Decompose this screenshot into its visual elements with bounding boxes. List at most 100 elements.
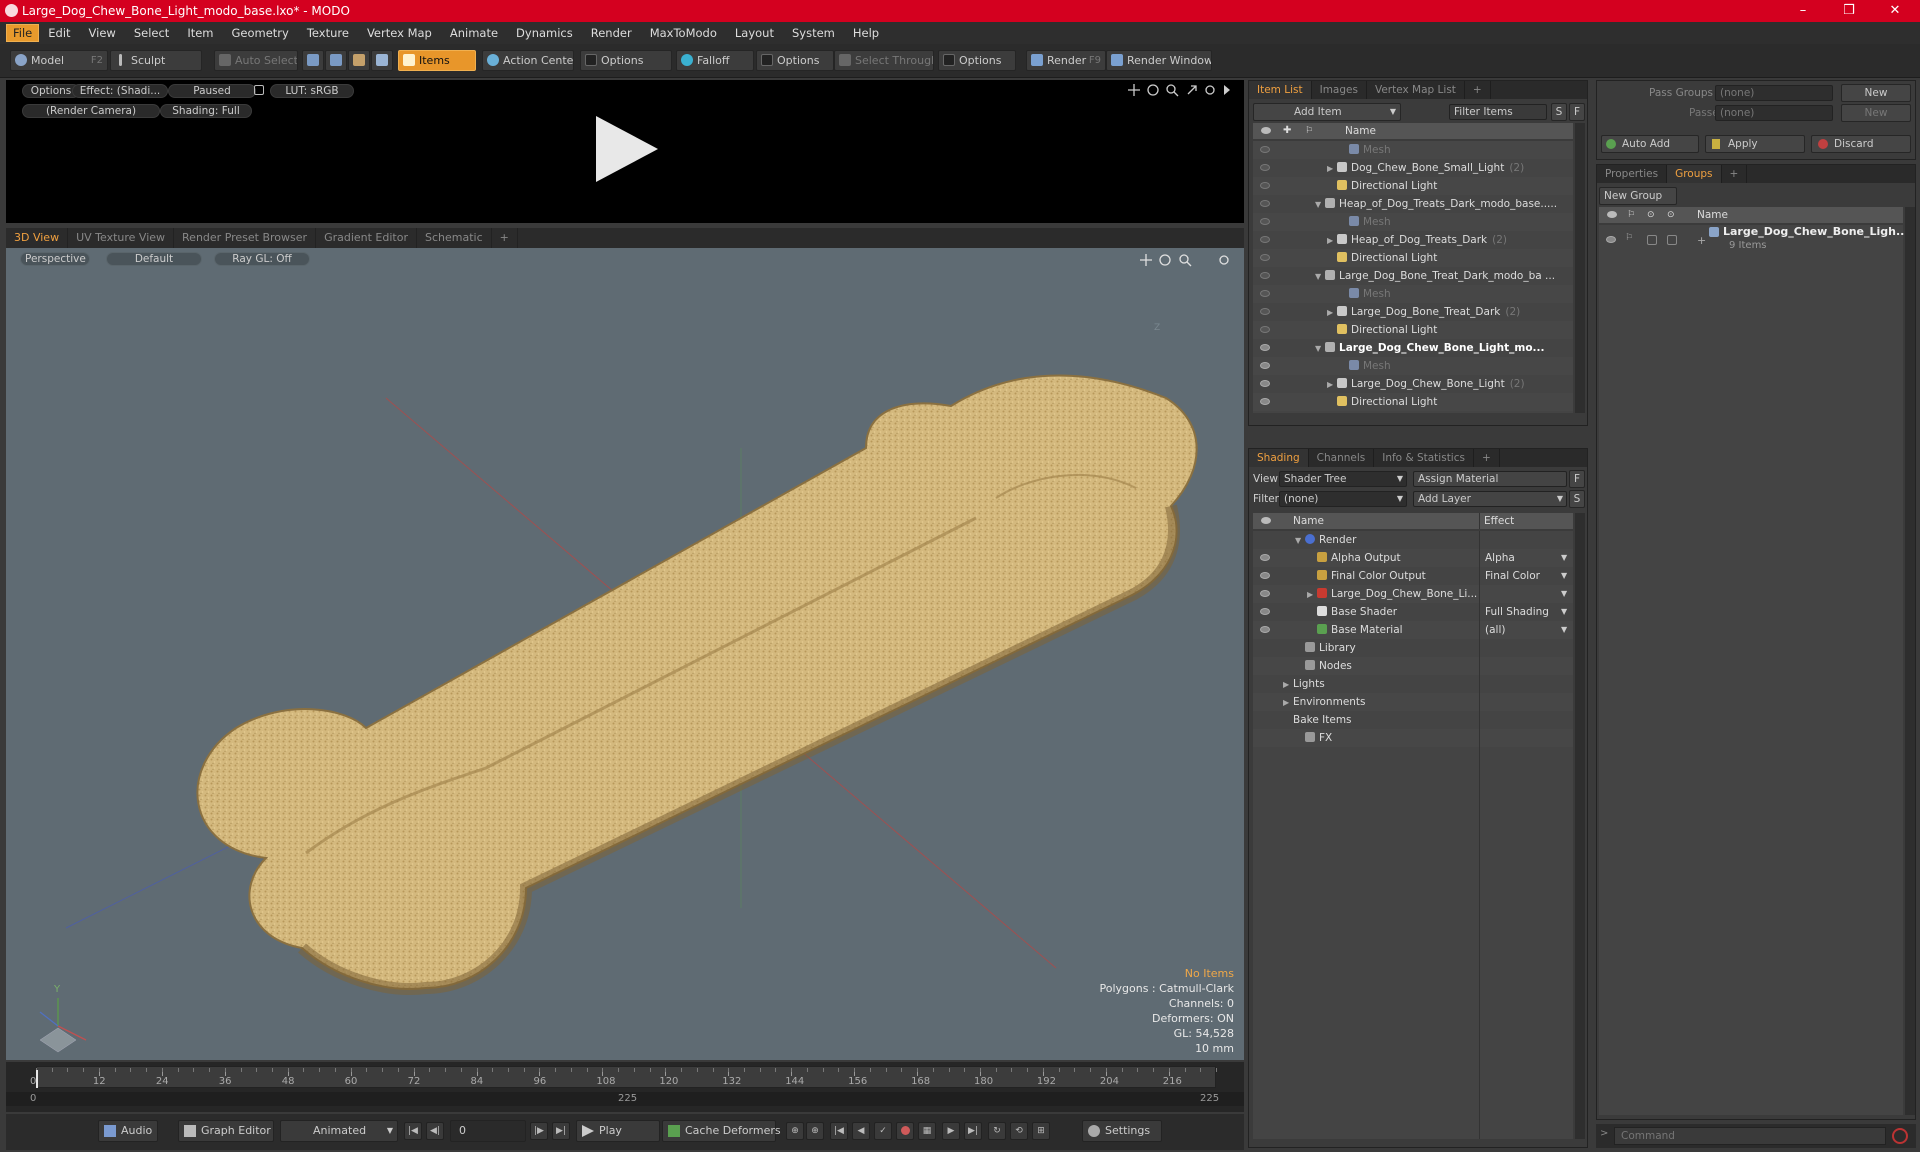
eye-icon[interactable] [1260,254,1270,261]
shader-row[interactable]: Bake Items [1253,711,1573,729]
eye-icon[interactable] [1260,236,1270,243]
play-button[interactable]: Play [576,1120,660,1142]
expand-plus-icon[interactable]: + [1697,234,1706,247]
shading-s-button[interactable]: S [1569,490,1585,508]
expand-arrow-icon[interactable]: ▶ [1327,232,1337,249]
eye-icon[interactable] [1260,164,1270,171]
key-back-icon[interactable]: ◀ [852,1122,870,1140]
menu-edit[interactable]: Edit [39,22,79,44]
go-start-icon[interactable]: |◀ [404,1122,422,1140]
sync-icon[interactable]: ⟲ [1010,1122,1028,1140]
eye-icon[interactable] [1260,200,1270,207]
chevron-down-icon[interactable]: ▼ [1561,567,1567,585]
next-frame-icon[interactable]: |▶ [530,1122,548,1140]
next-key-icon[interactable]: ▶| [964,1122,982,1140]
paused-toggle[interactable]: Paused [168,84,256,98]
shader-row[interactable]: Library [1253,639,1573,657]
item-list-scrollbar[interactable] [1575,123,1585,413]
menu-select[interactable]: Select [125,22,178,44]
filter-f-button[interactable]: F [1569,103,1585,121]
tab-info-statistics[interactable]: Info & Statistics [1374,449,1474,467]
lock-icon[interactable] [254,85,264,95]
eye-icon[interactable] [1260,398,1270,405]
chevron-down-icon[interactable]: ▼ [1561,603,1567,621]
apply-button[interactable]: Apply [1705,135,1805,153]
item-row[interactable]: ▼ Large_Dog_Bone_Treat_Dark_modo_ba ... [1253,267,1573,285]
maximize-button[interactable]: ❒ [1826,0,1872,22]
auto-select-button[interactable]: Auto Select [214,50,298,71]
add-item-dropdown[interactable]: Add Item ▼ [1253,103,1401,121]
options-button-3[interactable]: Options [938,50,1016,71]
eye-icon[interactable] [1260,608,1270,615]
assign-material-button[interactable]: Assign Material [1413,471,1567,487]
add-tab-button[interactable]: + [492,228,518,248]
effect-value[interactable]: Final Color [1485,567,1540,585]
menu-file[interactable]: File [6,24,40,42]
shader-row[interactable]: FX [1253,729,1573,747]
expand-arrow-icon[interactable]: ▶ [1327,376,1337,393]
menu-maxtomodo[interactable]: MaxToModo [641,22,726,44]
item-row[interactable]: ▼ Large_Dog_Chew_Bone_Light_mo... [1253,339,1573,357]
add-layer-dropdown[interactable]: Add Layer ▼ [1413,491,1567,507]
eye-icon[interactable] [1260,308,1270,315]
lock-toggle[interactable] [1647,235,1657,245]
group-item[interactable]: ⚐ + Large_Dog_Chew_Bone_Ligh... 9 Items [1599,225,1909,261]
cache-deformers-button[interactable]: Cache Deformers [662,1120,781,1142]
edge-select-button[interactable] [325,50,347,71]
shader-row[interactable]: ▶ Large_Dog_Chew_Bone_Li... ▼ [1253,585,1573,603]
tab-uv-texture-view[interactable]: UV Texture View [68,228,175,248]
eye-icon[interactable] [1260,590,1270,597]
select-toggle[interactable] [1667,235,1677,245]
falloff-button[interactable]: Falloff [676,50,754,71]
record-icon[interactable] [896,1122,914,1140]
auto-add-button[interactable]: Auto Add [1601,135,1699,153]
model-mode-button[interactable]: Model F2 [10,50,108,71]
render-toggle-icon[interactable]: ⚐ [1625,233,1633,243]
chevron-down-icon[interactable]: ▼ [1561,585,1567,603]
eye-icon[interactable] [1260,272,1270,279]
shader-row[interactable]: ▶ Lights [1253,675,1573,693]
shader-row[interactable]: Base Material (all) ▼ [1253,621,1573,639]
tab-channels[interactable]: Channels [1309,449,1375,467]
tab-shading[interactable]: Shading [1249,449,1309,467]
menu-geometry[interactable]: Geometry [223,22,298,44]
add-tab-button[interactable]: + [1722,165,1748,183]
item-row[interactable]: Directional Light [1253,177,1573,195]
eye-icon[interactable] [1260,218,1270,225]
tab-groups[interactable]: Groups [1667,165,1722,183]
prev-key-button-icon[interactable]: |◀ [830,1122,848,1140]
eye-icon[interactable] [1260,362,1270,369]
go-end-icon[interactable]: ▶| [552,1122,570,1140]
expand-arrow-icon[interactable]: ▶ [1307,586,1317,603]
sculpt-mode-button[interactable]: Sculpt [110,50,202,71]
menu-vertex-map[interactable]: Vertex Map [358,22,441,44]
menu-render[interactable]: Render [582,22,641,44]
passes-dropdown[interactable]: (none) [1715,105,1833,121]
expand-arrow-icon[interactable]: ▼ [1315,268,1325,285]
key-fwd-icon[interactable]: ▶ [942,1122,960,1140]
key-options-icon[interactable]: ▦ [918,1122,936,1140]
shader-row[interactable]: Final Color Output Final Color ▼ [1253,567,1573,585]
material-select-button[interactable] [371,50,393,71]
render-camera-dropdown[interactable]: (Render Camera) [22,104,160,118]
expand-arrow-icon[interactable]: ▶ [1283,676,1293,693]
action-center-button[interactable]: Action Center [482,50,574,71]
add-tab-button[interactable]: + [1465,81,1491,99]
item-row[interactable]: Mesh [1253,141,1573,159]
shading-f-button[interactable]: F [1569,470,1585,488]
groups-scrollbar[interactable] [1905,207,1915,1115]
shader-tree-scrollbar[interactable] [1575,513,1585,1139]
eye-icon[interactable] [1260,326,1270,333]
new-pass-group-button[interactable]: New [1841,84,1911,102]
item-row[interactable]: Directional Light [1253,321,1573,339]
shader-row[interactable]: Nodes [1253,657,1573,675]
filter-items-input[interactable]: Filter Items [1449,104,1547,120]
select-through-button[interactable]: Select Through [834,50,934,71]
eye-icon[interactable] [1260,554,1270,561]
effect-value[interactable]: Alpha [1485,549,1515,567]
expand-arrow-icon[interactable]: ▶ [1327,304,1337,321]
pass-groups-dropdown[interactable]: (none) [1715,85,1833,101]
item-row[interactable]: ▼ Heap_of_Dog_Treats_Dark_modo_base..... [1253,195,1573,213]
key-left-icon[interactable]: ⊕ [786,1122,804,1140]
effect-value[interactable]: Full Shading [1485,603,1549,621]
